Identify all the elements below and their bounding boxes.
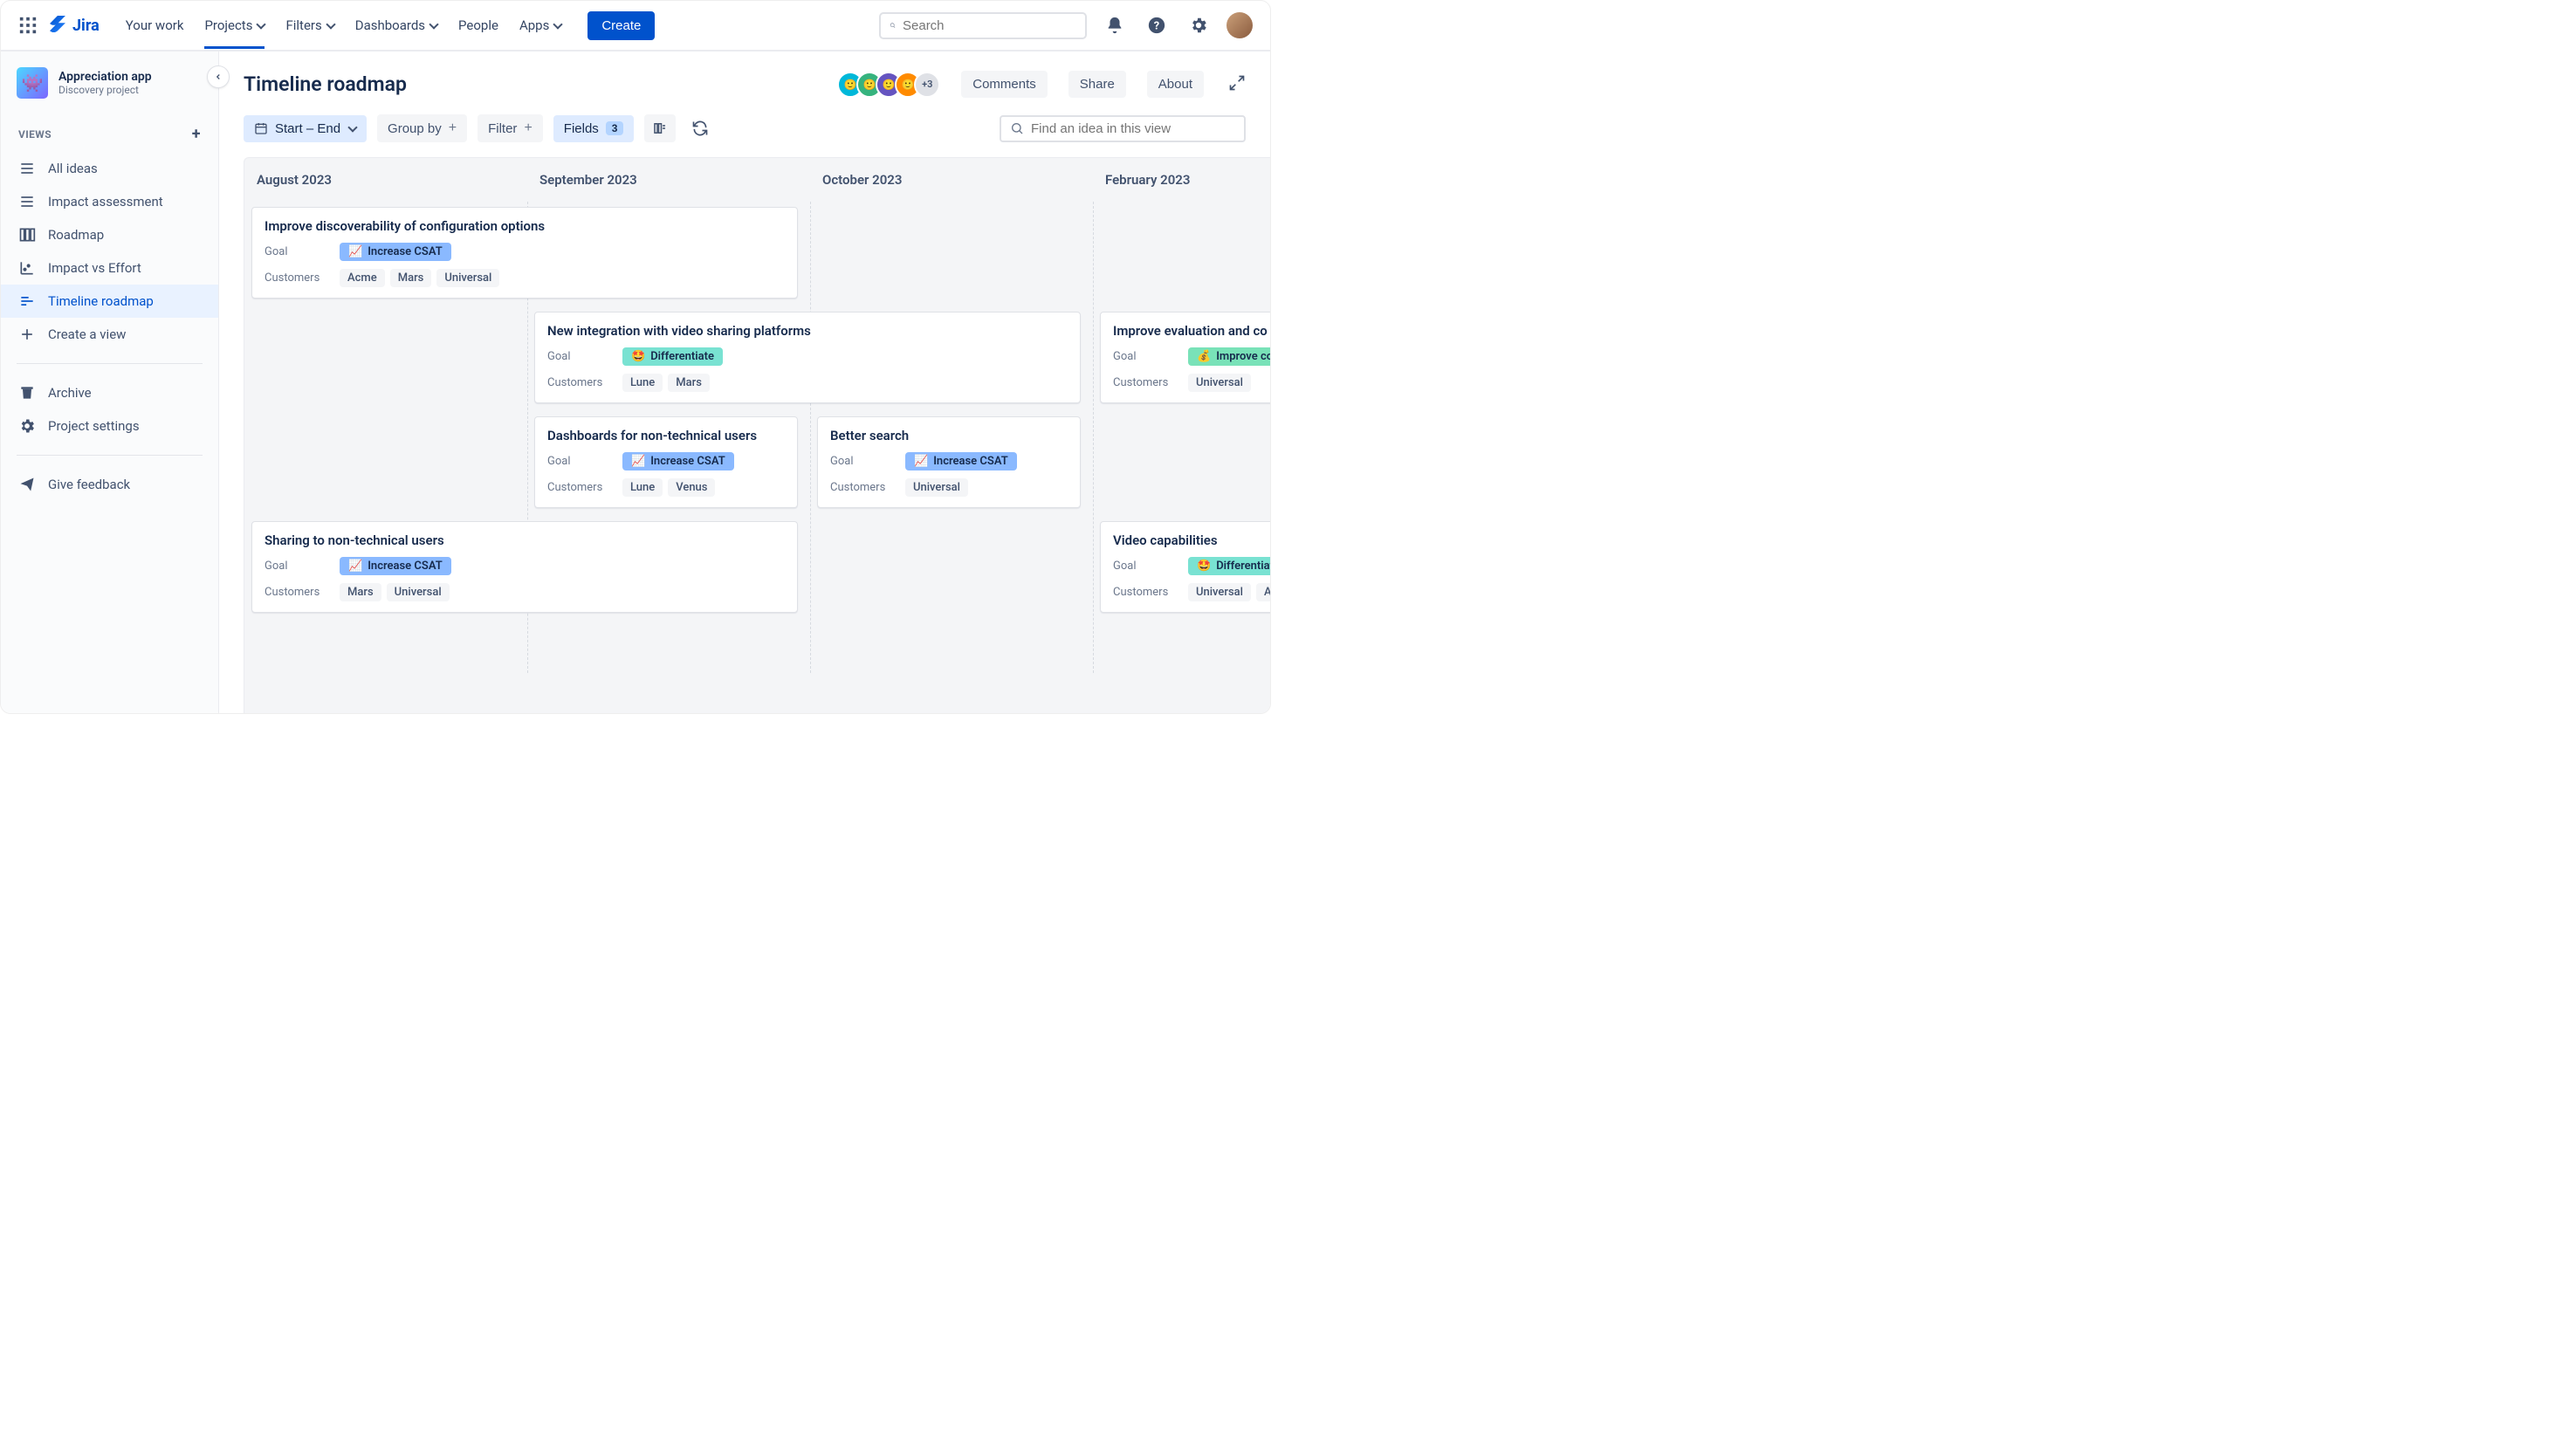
- nav-filters[interactable]: Filters: [285, 17, 333, 33]
- jira-logo[interactable]: Jira: [48, 16, 100, 35]
- idea-card[interactable]: Dashboards for non-technical users Goal …: [534, 416, 798, 508]
- user-avatar[interactable]: [1226, 12, 1253, 38]
- collaborator-avatars[interactable]: 🙂 🙂 🙂 🙂 +3: [837, 72, 940, 98]
- group-by-button[interactable]: Group by+: [377, 114, 467, 142]
- search-input[interactable]: [903, 18, 1076, 33]
- nav-people[interactable]: People: [458, 17, 498, 33]
- sidebar-item-timeline-roadmap[interactable]: Timeline roadmap: [1, 285, 218, 318]
- nav-your-work[interactable]: Your work: [126, 17, 184, 33]
- sidebar-item-impact-vs-effort[interactable]: Impact vs Effort: [1, 251, 218, 285]
- comments-button[interactable]: Comments: [961, 71, 1048, 98]
- timeline[interactable]: August 2023 September 2023 October 2023 …: [244, 157, 1270, 713]
- timeline-col-feb: February 2023: [1093, 172, 1270, 188]
- idea-card[interactable]: Video capabilities Goal 🤩 Differentiate …: [1100, 521, 1270, 613]
- idea-search[interactable]: [1000, 115, 1246, 142]
- top-nav: Jira Your work Projects Filters Dashboar…: [1, 1, 1270, 52]
- refresh-icon[interactable]: [686, 113, 714, 143]
- sidebar-item-give-feedback[interactable]: Give feedback: [1, 468, 218, 501]
- idea-card[interactable]: Improve discoverability of configuration…: [251, 207, 798, 299]
- global-search[interactable]: [879, 12, 1087, 39]
- notifications-icon[interactable]: [1101, 11, 1129, 39]
- timeline-col-oct: October 2023: [810, 172, 1093, 188]
- nav-dashboards[interactable]: Dashboards: [355, 17, 437, 33]
- expand-icon[interactable]: [1228, 74, 1246, 95]
- timeline-header: August 2023 September 2023 October 2023 …: [244, 158, 1270, 202]
- share-button[interactable]: Share: [1068, 71, 1126, 98]
- sidebar: 👾 Appreciation app Discovery project VIE…: [1, 52, 219, 713]
- nav-apps[interactable]: Apps: [519, 17, 561, 33]
- project-type: Discovery project: [58, 84, 152, 96]
- project-header[interactable]: 👾 Appreciation app Discovery project: [1, 67, 218, 116]
- filter-button[interactable]: Filter+: [478, 114, 543, 142]
- project-icon: 👾: [17, 67, 48, 99]
- views-section-label: VIEWS +: [1, 116, 218, 152]
- main-content: Timeline roadmap 🙂 🙂 🙂 🙂 +3 Comments Sha…: [219, 52, 1270, 713]
- nav-projects[interactable]: Projects: [204, 17, 265, 49]
- idea-card[interactable]: New integration with video sharing platf…: [534, 312, 1081, 403]
- sidebar-item-archive[interactable]: Archive: [1, 376, 218, 409]
- help-icon[interactable]: ?: [1143, 11, 1171, 39]
- fields-button[interactable]: Fields3: [553, 115, 635, 142]
- date-range-button[interactable]: Start – End: [244, 115, 367, 142]
- idea-card[interactable]: Better search Goal 📈 Increase CSAT Custo…: [817, 416, 1081, 508]
- timeline-col-sep: September 2023: [527, 172, 810, 188]
- sidebar-item-roadmap[interactable]: Roadmap: [1, 218, 218, 251]
- idea-search-input[interactable]: [1031, 121, 1235, 136]
- sidebar-item-create-view[interactable]: Create a view: [1, 318, 218, 351]
- create-button[interactable]: Create: [587, 11, 655, 40]
- about-button[interactable]: About: [1147, 71, 1204, 98]
- sidebar-item-project-settings[interactable]: Project settings: [1, 409, 218, 443]
- logo-text: Jira: [72, 17, 100, 35]
- sidebar-item-all-ideas[interactable]: All ideas: [1, 152, 218, 185]
- timeline-col-aug: August 2023: [244, 172, 527, 188]
- collapse-sidebar-button[interactable]: [207, 65, 230, 88]
- settings-icon[interactable]: [1185, 11, 1213, 39]
- idea-card[interactable]: Sharing to non-technical users Goal 📈 In…: [251, 521, 798, 613]
- idea-card[interactable]: Improve evaluation and co Goal 💰 Improve…: [1100, 312, 1270, 403]
- sidebar-item-impact-assessment[interactable]: Impact assessment: [1, 185, 218, 218]
- page-title: Timeline roadmap: [244, 72, 407, 96]
- app-switcher-icon[interactable]: [18, 16, 38, 35]
- project-name: Appreciation app: [58, 70, 152, 84]
- add-view-icon[interactable]: +: [192, 125, 201, 143]
- settings-pill-icon[interactable]: [644, 114, 676, 142]
- goal-tag: 📈 Increase CSAT: [340, 243, 451, 261]
- svg-text:?: ?: [1154, 20, 1159, 33]
